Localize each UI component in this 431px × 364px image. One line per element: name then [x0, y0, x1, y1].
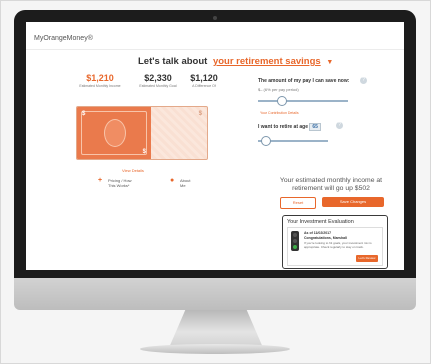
- pricing-option[interactable]: + Pricing / How This Works*: [98, 177, 132, 188]
- stat-value: $2,330: [144, 73, 172, 83]
- save-amount-label: The amount of my pay I can save now:: [258, 78, 350, 84]
- retire-age-input[interactable]: 65: [309, 123, 321, 131]
- money-bill-illustration: $ $ $: [76, 106, 208, 160]
- option-label: This Works*: [108, 183, 130, 188]
- save-amount-slider[interactable]: [258, 96, 348, 106]
- light-red: [293, 233, 297, 237]
- stat-difference: $1,120 A Difference Of: [184, 73, 224, 88]
- save-changes-button[interactable]: Save Changes: [322, 197, 384, 207]
- person-icon: ●: [170, 177, 175, 184]
- investment-evaluation-card: Your Investment Evaluation As of 11/02/2…: [282, 215, 388, 269]
- camera-dot: [213, 16, 217, 20]
- chevron-down-icon[interactable]: ▼: [326, 59, 333, 66]
- review-button[interactable]: Let's Review: [356, 255, 378, 262]
- evaluation-congrats: Congratulations, Marshall: [304, 236, 347, 240]
- view-details-link[interactable]: View Details: [122, 168, 144, 173]
- save-amount-sub: $– (6% per pay period): [258, 87, 299, 92]
- evaluation-content: As of 11/02/2017 Congratulations, Marsha…: [287, 227, 383, 266]
- bill-filled-portion: $ $: [77, 107, 151, 159]
- bill-seal-icon: [104, 119, 126, 147]
- monitor-base: [140, 344, 290, 354]
- header-divider: [26, 49, 404, 50]
- page-title: Let's talk about your retirement savings…: [138, 56, 333, 67]
- light-green: [293, 245, 297, 249]
- contribution-details-link[interactable]: Your Contribution Details: [260, 111, 299, 115]
- app-screen: MyOrangeMoney® Let's talk about your ret…: [26, 22, 404, 270]
- slider-handle[interactable]: [277, 96, 287, 106]
- help-icon[interactable]: ?: [360, 77, 367, 84]
- plus-icon: +: [98, 177, 103, 184]
- stat-monthly-goal: $2,330 Estimated Monthly Goal: [136, 73, 180, 88]
- topic-selector[interactable]: your retirement savings: [213, 56, 321, 67]
- stat-value: $1,120: [190, 73, 218, 83]
- reset-button[interactable]: Reset: [280, 197, 316, 209]
- evaluation-date: As of 11/02/2017: [304, 231, 332, 235]
- about-me-option[interactable]: ● About Me: [170, 177, 190, 188]
- slider-handle[interactable]: [261, 136, 271, 146]
- evaluation-message: If you're looking to hit goals, your inv…: [304, 241, 372, 249]
- monitor-chin: [14, 278, 416, 310]
- title-lead: Let's talk about: [138, 56, 208, 67]
- stat-label: A Difference Of: [192, 84, 216, 88]
- stat-monthly-income: $1,210 Estimated Monthly Income: [78, 73, 122, 88]
- help-icon[interactable]: ?: [336, 122, 343, 129]
- bill-corner-symbol: $: [142, 149, 146, 155]
- evaluation-title: Your Investment Evaluation: [287, 219, 354, 225]
- stat-label: Estimated Monthly Goal: [139, 84, 177, 88]
- stat-label: Estimated Monthly Income: [79, 84, 121, 88]
- result-line: Your estimated monthly income at: [279, 177, 383, 184]
- retire-age-label: I want to retire at age 65: [258, 123, 321, 131]
- bill-corner-symbol: $: [198, 111, 202, 117]
- result-line: retirement will go up $502: [292, 185, 370, 192]
- option-label: Me: [180, 183, 186, 188]
- income-result-text: Your estimated monthly income at retirem…: [276, 177, 386, 193]
- light-yellow: [293, 239, 297, 243]
- brand-logo[interactable]: MyOrangeMoney®: [34, 35, 93, 42]
- stat-value: $1,210: [86, 73, 114, 83]
- retire-age-text: I want to retire at age: [258, 124, 309, 130]
- retire-age-slider[interactable]: [258, 136, 328, 146]
- traffic-light-icon: [291, 231, 299, 251]
- bill-corner-symbol: $: [82, 111, 86, 117]
